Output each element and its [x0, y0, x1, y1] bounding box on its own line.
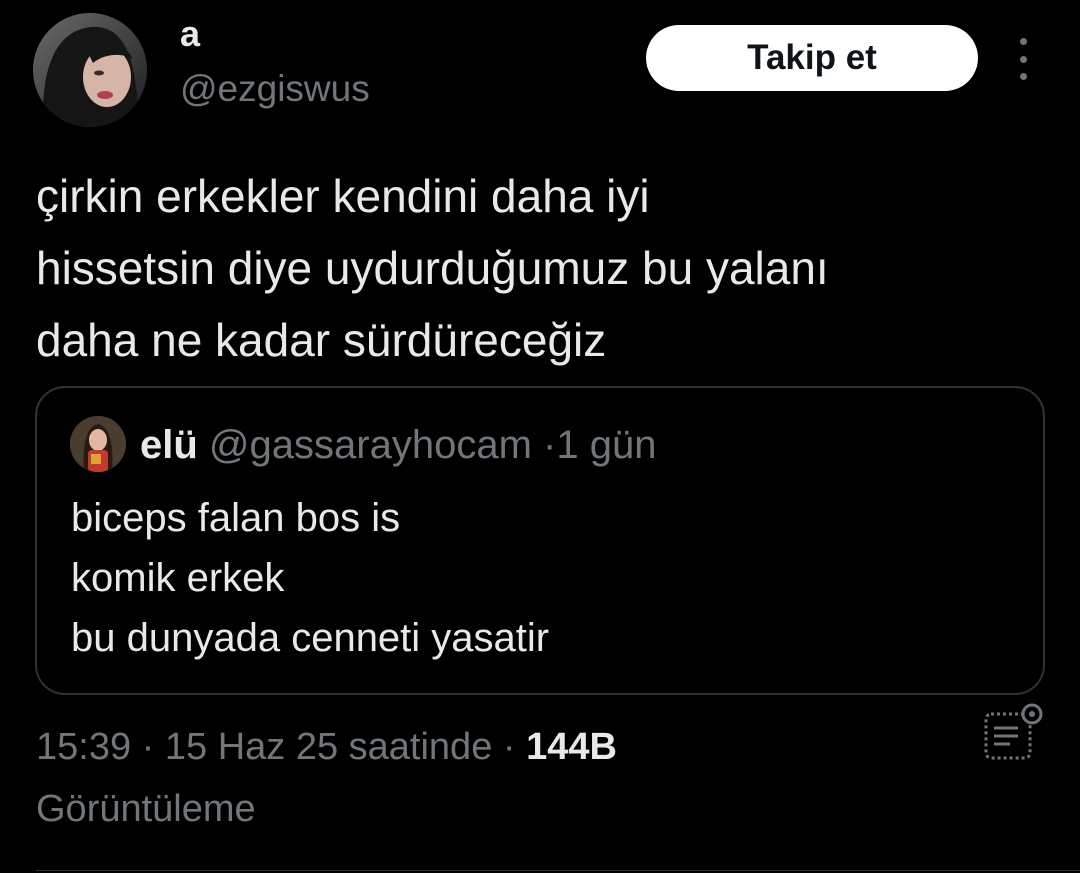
meta-separator: ·	[141, 726, 155, 768]
views-label: Görüntüleme	[36, 788, 256, 830]
meta-separator: ·	[502, 726, 516, 768]
profile-photo-icon	[33, 13, 147, 127]
divider	[36, 870, 1080, 871]
more-options-button[interactable]	[1008, 38, 1038, 80]
author-avatar[interactable]	[33, 13, 147, 127]
cartoon-avatar-icon	[70, 416, 126, 472]
tweet-timestamp-line: 15:39 · 15 Haz 25 saatinde · 144B	[36, 724, 617, 770]
tweet-date[interactable]: 15 Haz 25 saatinde	[165, 726, 492, 768]
more-vertical-icon-dot	[1019, 73, 1027, 80]
quoted-tweet-time[interactable]: 1 gün	[556, 423, 656, 467]
quoted-text-line: biceps falan bos is	[71, 496, 401, 540]
tweet-text-line: daha ne kadar sürdüreceğiz	[36, 314, 607, 366]
author-display-name[interactable]: a	[180, 14, 200, 54]
quoted-tweet[interactable]: elü @gassarayhocam ·1 gün biceps falan b…	[35, 386, 1045, 695]
quoted-tweet-header: elü @gassarayhocam ·1 gün	[140, 422, 656, 468]
meta-separator: ·	[543, 423, 557, 467]
quoted-text-line: komik erkek	[71, 556, 285, 600]
tweet-text-line: hissetsin diye uydurduğumuz bu yalanı	[36, 242, 829, 294]
quoted-tweet-text: biceps falan bos is komik erkek bu dunya…	[71, 488, 549, 668]
quoted-author-name[interactable]: elü	[140, 423, 198, 467]
views-count: 144B	[526, 726, 617, 768]
more-vertical-icon	[1019, 38, 1027, 45]
tweet-time[interactable]: 15:39	[36, 726, 131, 768]
more-vertical-icon-dot	[1019, 55, 1027, 63]
author-handle[interactable]: @ezgiswus	[180, 68, 370, 110]
quoted-author-handle[interactable]: @gassarayhocam	[209, 423, 532, 467]
quoted-author-avatar[interactable]	[70, 416, 126, 472]
tweet-text: çirkin erkekler kendini daha iyi hissets…	[36, 160, 1046, 376]
follow-button[interactable]: Takip et	[646, 25, 978, 91]
analytics-icon[interactable]	[980, 702, 1044, 766]
tweet-text-line: çirkin erkekler kendini daha iyi	[36, 170, 650, 222]
quoted-text-line: bu dunyada cenneti yasatir	[71, 616, 550, 660]
